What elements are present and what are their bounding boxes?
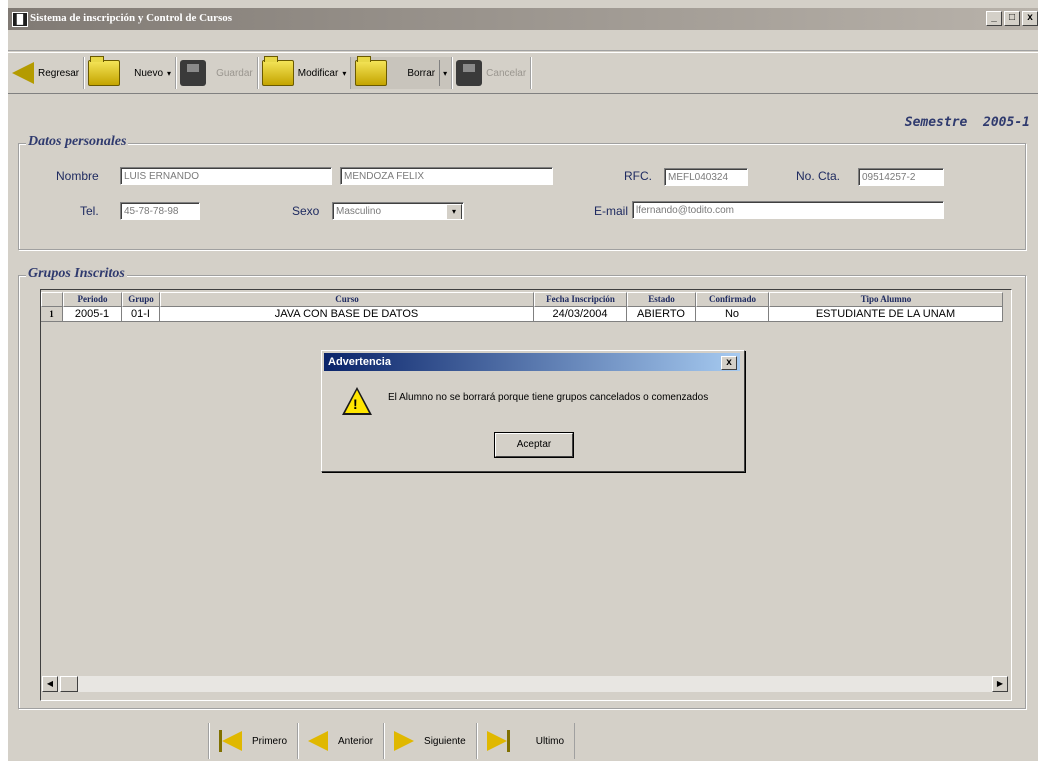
table-cell: No bbox=[696, 307, 769, 322]
toolbar: Regresar Nuevo ▾ Guardar Modificar ▾ Bor… bbox=[8, 52, 1038, 94]
app-icon: █ bbox=[12, 12, 28, 27]
tel-label: Tel. bbox=[80, 204, 99, 218]
table-cell: 24/03/2004 bbox=[534, 307, 627, 322]
sexo-label: Sexo bbox=[292, 204, 320, 218]
next-arrow-icon bbox=[394, 731, 415, 751]
cta-field[interactable]: 09514257-2 bbox=[858, 168, 944, 186]
semestre-label: Semestre bbox=[904, 115, 968, 130]
dialog-close-icon[interactable]: x bbox=[721, 356, 737, 370]
exclamation-icon: ! bbox=[353, 396, 358, 412]
column-header[interactable]: Curso bbox=[160, 292, 534, 307]
table-header: Periodo Grupo Curso Fecha Inscripción Es… bbox=[41, 292, 1003, 307]
horizontal-scrollbar[interactable]: ◀ ▶ bbox=[42, 676, 1008, 692]
column-header[interactable]: Tipo Alumno bbox=[769, 292, 1003, 307]
column-header[interactable]: Fecha Inscripción bbox=[534, 292, 627, 307]
borrar-button[interactable]: Borrar ▾ bbox=[351, 56, 453, 89]
column-header[interactable]: Grupo bbox=[122, 292, 160, 307]
datos-personales-title: Datos personales bbox=[26, 134, 129, 150]
column-header[interactable]: Estado bbox=[627, 292, 696, 307]
table-cell: JAVA CON BASE DE DATOS bbox=[160, 307, 534, 322]
primero-label: Primero bbox=[252, 735, 288, 747]
ultimo-button[interactable]: Ultimo bbox=[475, 723, 576, 759]
nuevo-label: Nuevo bbox=[134, 67, 164, 79]
cancel-icon bbox=[456, 60, 483, 86]
siguiente-button[interactable]: Siguiente bbox=[383, 723, 476, 759]
close-button[interactable]: x bbox=[1022, 11, 1038, 26]
email-label: E-mail bbox=[594, 204, 629, 218]
row-number: 1 bbox=[41, 307, 63, 322]
last-bar-icon bbox=[506, 730, 510, 752]
guardar-button[interactable]: Guardar bbox=[176, 57, 258, 89]
chevron-down-icon[interactable]: ▾ bbox=[443, 69, 447, 78]
borrar-label: Borrar bbox=[407, 67, 436, 79]
tel-field[interactable]: 45-78-78-98 bbox=[120, 202, 200, 220]
cta-label: No. Cta. bbox=[796, 169, 841, 183]
table-cell: ABIERTO bbox=[627, 307, 696, 322]
warning-dialog: Advertencia x ! El Alumno no se borrará … bbox=[321, 350, 745, 472]
navigation-bar: Primero Anterior Siguiente Ultimo bbox=[208, 722, 576, 760]
anterior-button[interactable]: Anterior bbox=[297, 723, 383, 759]
scroll-left-icon[interactable]: ◀ bbox=[42, 676, 58, 692]
cancelar-button[interactable]: Cancelar bbox=[452, 57, 532, 89]
modificar-button[interactable]: Modificar ▾ bbox=[258, 56, 352, 89]
table-cell: 2005-1 bbox=[63, 307, 122, 322]
arrow-left-icon bbox=[12, 62, 34, 84]
menu-bar bbox=[8, 30, 1038, 51]
regresar-button[interactable]: Regresar bbox=[8, 57, 85, 89]
column-header[interactable]: Periodo bbox=[63, 292, 122, 307]
table-cell: 01-I bbox=[122, 307, 160, 322]
main-window: █ Sistema de inscripción y Control de Cu… bbox=[8, 0, 1038, 761]
rfc-field[interactable]: MEFL040324 bbox=[664, 168, 748, 186]
sexo-value: Masculino bbox=[336, 206, 382, 217]
aceptar-button[interactable]: Aceptar bbox=[495, 433, 573, 457]
minimize-button[interactable]: _ bbox=[986, 11, 1002, 26]
table-cell: ESTUDIANTE DE LA UNAM bbox=[769, 307, 1003, 322]
siguiente-label: Siguiente bbox=[424, 735, 466, 747]
semestre-indicator: Semestre 2005-1 bbox=[905, 115, 1030, 130]
rfc-label: RFC. bbox=[624, 169, 652, 183]
dialog-message: El Alumno no se borrará porque tiene gru… bbox=[388, 392, 709, 403]
modificar-label: Modificar bbox=[297, 67, 339, 79]
scroll-right-icon[interactable]: ▶ bbox=[992, 676, 1008, 692]
maximize-button[interactable]: □ bbox=[1004, 11, 1020, 26]
email-field[interactable]: lfernando@todito.com bbox=[632, 201, 944, 219]
guardar-label: Guardar bbox=[216, 67, 253, 79]
chevron-down-icon[interactable]: ▾ bbox=[446, 204, 462, 219]
chevron-down-icon: ▾ bbox=[342, 68, 347, 78]
window-title: Sistema de inscripción y Control de Curs… bbox=[30, 12, 233, 24]
folder-icon bbox=[88, 56, 121, 86]
title-bar[interactable]: █ Sistema de inscripción y Control de Cu… bbox=[8, 8, 1038, 30]
chevron-down-icon: ▾ bbox=[167, 68, 172, 78]
ultimo-label: Ultimo bbox=[535, 735, 565, 747]
primero-button[interactable]: Primero bbox=[208, 723, 297, 759]
regresar-label: Regresar bbox=[38, 67, 80, 79]
scroll-thumb[interactable] bbox=[60, 676, 78, 692]
column-header[interactable]: Confirmado bbox=[696, 292, 769, 307]
last-arrow-icon bbox=[486, 731, 507, 751]
first-arrow-icon bbox=[222, 731, 242, 751]
save-disk-icon bbox=[180, 60, 207, 86]
semestre-value: 2005-1 bbox=[983, 115, 1030, 130]
anterior-label: Anterior bbox=[338, 735, 374, 747]
edit-folder-icon bbox=[261, 56, 294, 86]
delete-folder-icon bbox=[355, 56, 388, 86]
grupos-inscritos-title: Grupos Inscritos bbox=[26, 266, 127, 282]
dialog-title: Advertencia bbox=[328, 356, 391, 368]
dialog-title-bar[interactable]: Advertencia x bbox=[324, 353, 740, 371]
table-row[interactable]: 1 2005-1 01-I JAVA CON BASE DE DATOS 24/… bbox=[41, 307, 1003, 322]
datos-personales-group bbox=[18, 143, 1026, 250]
row-number-header bbox=[41, 292, 63, 307]
nombre-field[interactable]: LUIS ERNANDO bbox=[120, 167, 332, 185]
apellidos-field[interactable]: MENDOZA FELIX bbox=[340, 167, 553, 185]
previous-arrow-icon bbox=[308, 731, 329, 751]
cancelar-label: Cancelar bbox=[486, 67, 527, 79]
sexo-select[interactable]: Masculino ▾ bbox=[332, 202, 464, 220]
nombre-label: Nombre bbox=[56, 169, 99, 183]
nuevo-button[interactable]: Nuevo ▾ bbox=[84, 56, 177, 89]
